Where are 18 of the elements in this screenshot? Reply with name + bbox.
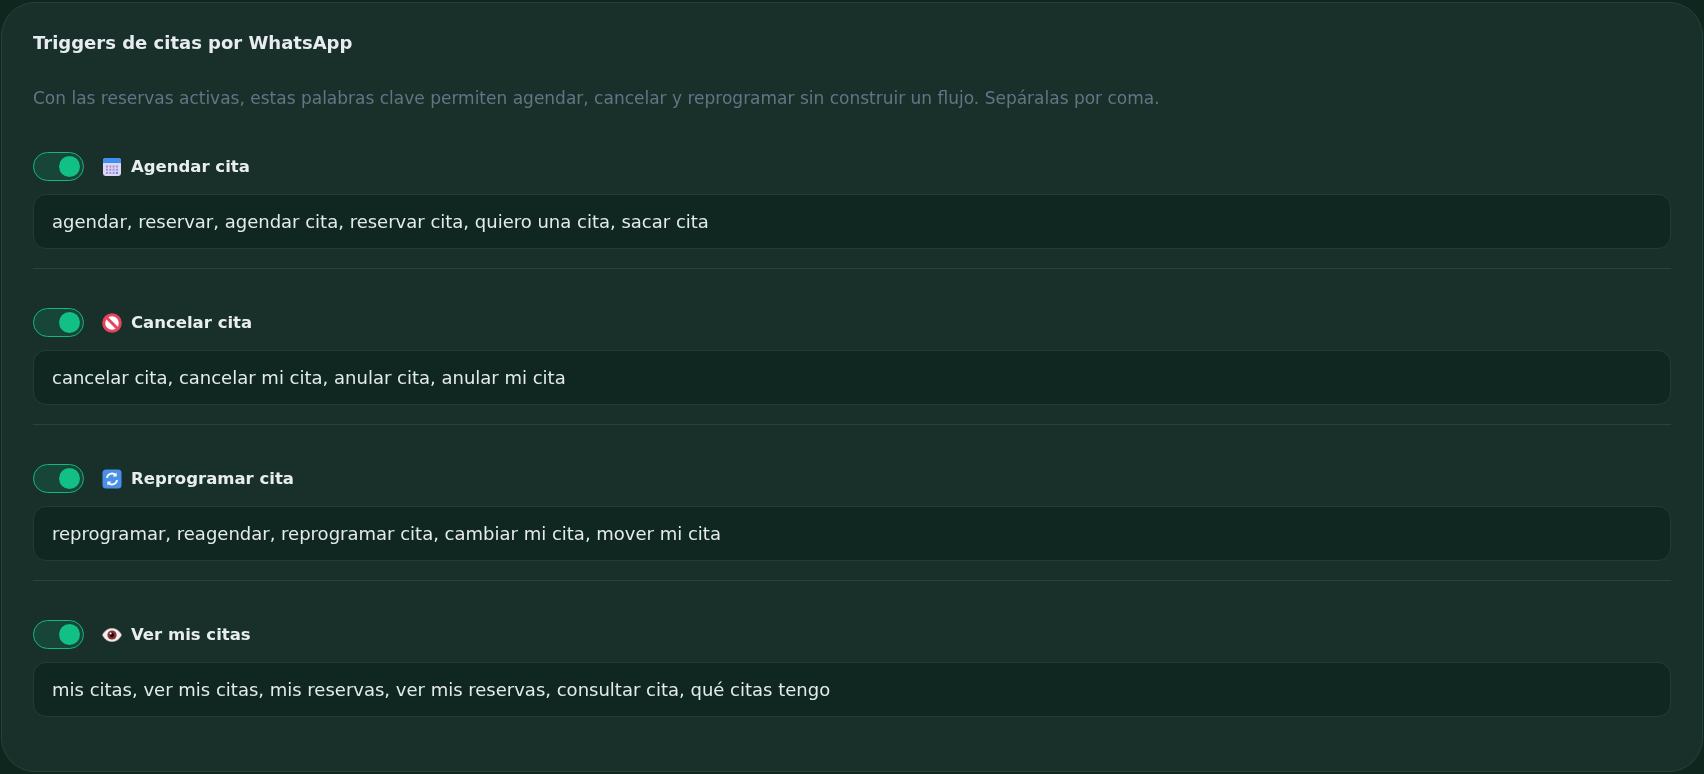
keywords-field[interactable]: cancelar cita, cancelar mi cita, anular cita, anular mi cita xyxy=(33,350,1671,405)
keywords-field[interactable]: mis citas, ver mis citas, mis reservas, ver mis reservas, consultar cita, qué citas tengo xyxy=(33,662,1671,717)
eye-icon xyxy=(102,627,122,642)
trigger-label: Cancelar cita xyxy=(131,313,253,332)
toggle-switch[interactable] xyxy=(33,152,84,181)
trigger-label: Reprogramar cita xyxy=(131,469,294,488)
trigger-label: Ver mis citas xyxy=(131,625,251,644)
card-description: Con las reservas activas, estas palabras clave permiten agendar, cancelar y reprogramar sin construir un flujo. Sepáralas por coma. xyxy=(33,87,1161,109)
prohibited-icon xyxy=(102,312,122,333)
toggle-switch[interactable] xyxy=(33,620,84,649)
card-title: Triggers de citas por WhatsApp xyxy=(33,31,354,55)
toggle-switch[interactable] xyxy=(33,464,84,493)
toggle-switch[interactable] xyxy=(33,308,84,337)
refresh-icon xyxy=(102,468,122,489)
keywords-field[interactable]: agendar, reservar, agendar cita, reservar cita, quiero una cita, sacar cita xyxy=(33,194,1671,249)
keywords-field[interactable]: reprogramar, reagendar, reprogramar cita, cambiar mi cita, mover mi cita xyxy=(33,506,1671,561)
trigger-label: Agendar cita xyxy=(131,157,250,176)
calendar-icon xyxy=(102,156,122,177)
